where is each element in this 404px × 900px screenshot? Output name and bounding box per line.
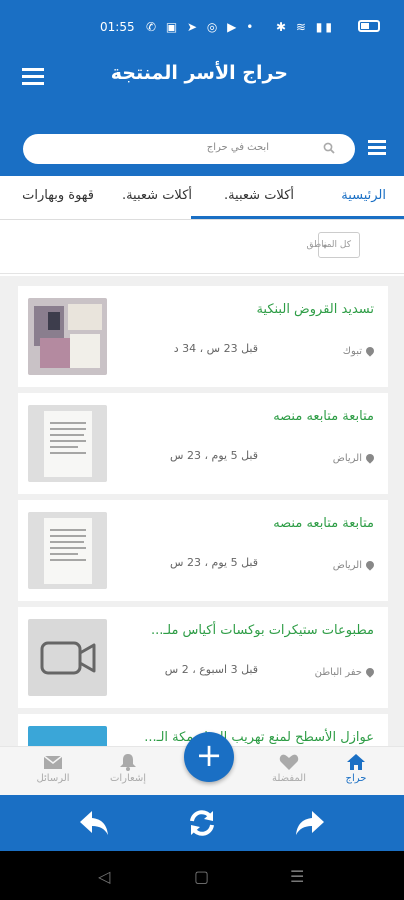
location-pin-icon (364, 666, 376, 678)
signal-icons: ✱ ≋ ▮▮ (276, 20, 335, 34)
mail-icon (43, 755, 63, 769)
system-home-icon[interactable]: ▢ (194, 867, 209, 886)
listing-thumbnail (28, 726, 107, 746)
listing-title: عوازل الأسطح لمنع تهريب المياه مكة الـ..… (144, 730, 374, 745)
status-time: 01:55 (100, 20, 135, 34)
listing-title: متابعة متابعه منصه (273, 516, 374, 531)
region-select-value: كل المناطق (306, 240, 351, 250)
location-pin-icon (364, 559, 376, 571)
nav-notifications[interactable]: إشعارات (98, 753, 158, 784)
add-listing-button[interactable]: + (184, 732, 234, 782)
listing-location: تبوك (343, 345, 376, 357)
tab-popular-food-2[interactable]: أكلات شعبية. (122, 188, 192, 203)
category-tabs: الرئيسية أكلات شعبية. أكلات شعبية. قهوة … (0, 176, 404, 220)
nav-favorites[interactable]: المفضلة (259, 753, 319, 784)
listing-title: مطبوعات ستيكرات بوكسات أكياس ملـ... (150, 623, 374, 638)
status-bar: 01:55 ✆ ▣ ➤ ◎ ▶ • ✱ ≋ ▮▮ (0, 0, 404, 50)
list-item[interactable]: متابعة متابعه منصه قبل 5 يوم ، 23 س الري… (18, 500, 388, 601)
listing-time: قبل 5 يوم ، 23 س (170, 449, 258, 462)
refresh-icon[interactable] (186, 809, 218, 837)
system-nav-bar: ◁ ▢ ☰ (0, 851, 404, 900)
chevron-down-icon: ▾ (323, 242, 328, 251)
region-select[interactable]: كل المناطق ▾ (306, 232, 360, 258)
battery-icon (358, 20, 380, 32)
listing-title: متابعة متابعه منصه (273, 409, 374, 424)
active-tab-indicator (191, 216, 404, 219)
listing-location: حفر الباطن (315, 666, 376, 678)
list-item[interactable]: مطبوعات ستيكرات بوكسات أكياس ملـ... قبل … (18, 607, 388, 708)
notification-icons: ✆ ▣ ➤ ◎ ▶ • (146, 20, 257, 34)
app-bar: حراج الأسر المنتجة (0, 50, 404, 130)
listings: تسديد القروض البنكية قبل 23 س ، 34 د تبو… (0, 276, 404, 746)
tab-popular-food[interactable]: أكلات شعبية. (224, 188, 294, 203)
system-back-icon[interactable]: ◁ (98, 867, 110, 886)
listing-time: قبل 23 س ، 34 د (173, 342, 258, 355)
tab-home[interactable]: الرئيسية (341, 188, 386, 203)
video-placeholder-icon (28, 619, 107, 696)
filter-row: كل المناطق ▾ (0, 220, 404, 274)
system-recents-icon[interactable]: ☰ (290, 867, 304, 886)
search-placeholder: ابحث في حراج (206, 142, 269, 153)
location-pin-icon (364, 345, 376, 357)
menu-icon[interactable] (22, 68, 44, 85)
home-icon (347, 754, 365, 770)
nav-label: المفضلة (271, 773, 306, 784)
search-row: ابحث في حراج (0, 130, 404, 176)
listing-title: تسديد القروض البنكية (256, 302, 374, 317)
listing-location: الرياض (333, 559, 376, 571)
search-icon (323, 142, 335, 154)
back-arrow-icon[interactable] (78, 809, 110, 837)
app-title: حراج الأسر المنتجة (110, 62, 288, 84)
heart-icon (279, 754, 299, 770)
forward-arrow-icon[interactable] (294, 809, 326, 837)
listing-time: قبل 5 يوم ، 23 س (170, 556, 258, 569)
nav-haraj[interactable]: حراج (326, 753, 386, 784)
listing-thumbnail (28, 512, 107, 589)
list-item[interactable]: تسديد القروض البنكية قبل 23 س ، 34 د تبو… (18, 286, 388, 387)
action-bar (0, 795, 404, 851)
listing-location: الرياض (333, 452, 376, 464)
search-input[interactable]: ابحث في حراج (23, 134, 355, 164)
listing-thumbnail (28, 405, 107, 482)
list-item[interactable]: متابعة متابعه منصه قبل 5 يوم ، 23 س الري… (18, 393, 388, 494)
list-menu-icon[interactable] (368, 140, 386, 158)
bell-icon (120, 754, 136, 771)
listing-time: قبل 3 اسبوع ، 2 س (164, 663, 258, 676)
listing-thumbnail (28, 298, 107, 375)
location-pin-icon (364, 452, 376, 464)
tab-coffee-spices[interactable]: قهوة وبهارات (22, 188, 94, 203)
nav-label: إشعارات (109, 773, 147, 784)
nav-messages[interactable]: الرسائل (23, 753, 83, 784)
nav-label: الرسائل (36, 773, 70, 784)
nav-label: حراج (345, 773, 367, 784)
